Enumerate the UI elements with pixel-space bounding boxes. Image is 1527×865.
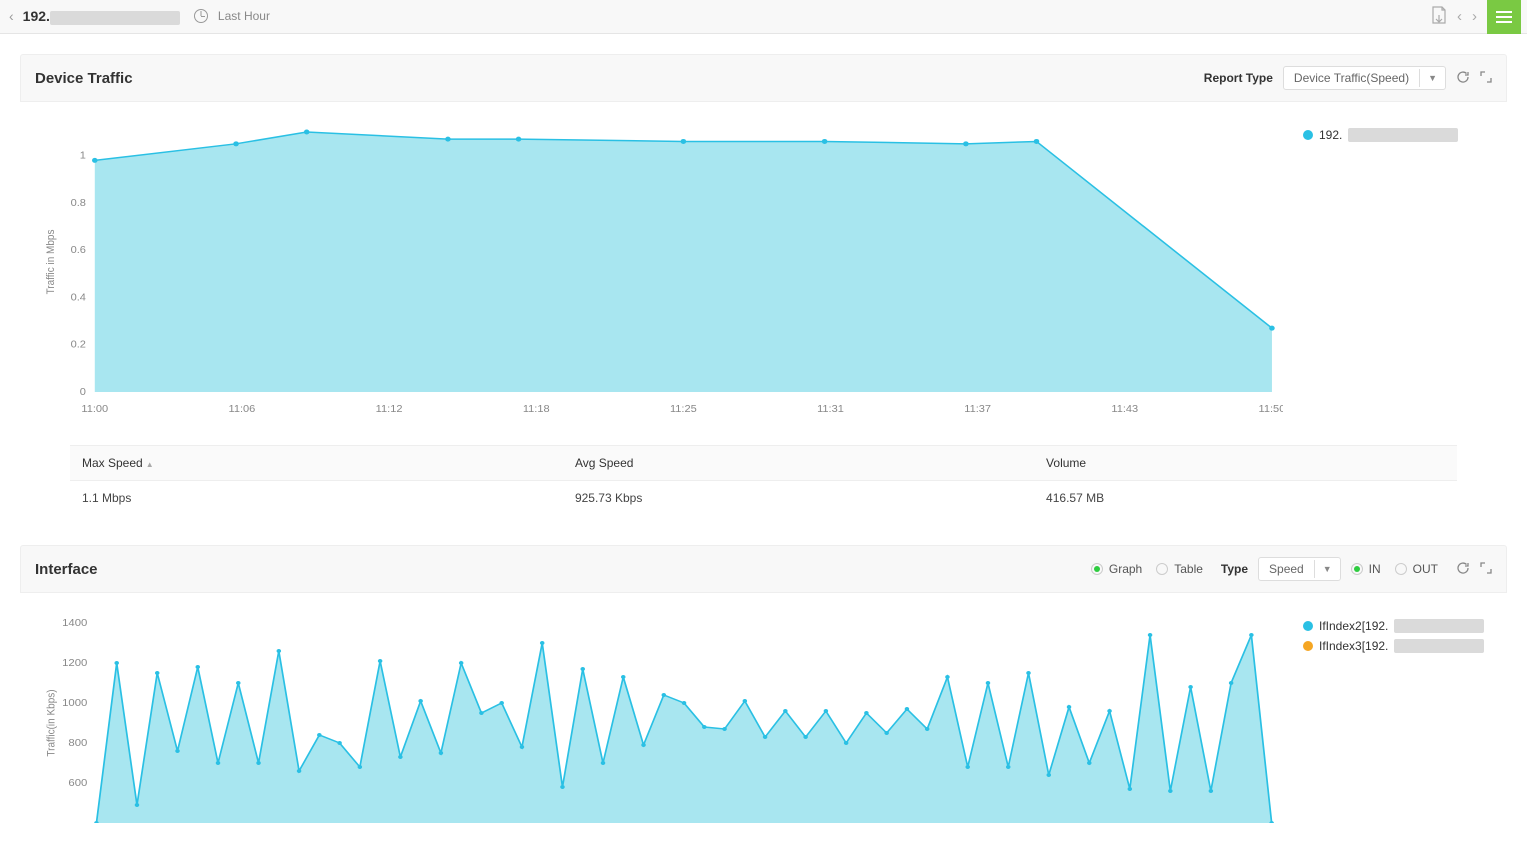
- interface-chart[interactable]: 600 800 1000 1200 1400 Traffic(in Kbps): [34, 613, 1283, 826]
- legend-dot-icon: [1303, 621, 1313, 631]
- col-max-speed[interactable]: Max Speed▲: [70, 446, 563, 481]
- svg-text:0.4: 0.4: [71, 292, 86, 303]
- table-header-row: Max Speed▲ Avg Speed Volume: [70, 446, 1457, 481]
- chevron-down-icon: ▼: [1314, 560, 1340, 578]
- legend-item[interactable]: 192.: [1303, 128, 1493, 142]
- time-range-label[interactable]: Last Hour: [218, 9, 270, 23]
- panel-title: Device Traffic: [35, 70, 133, 87]
- svg-text:1200: 1200: [62, 658, 87, 669]
- svg-text:11:50: 11:50: [1259, 403, 1283, 414]
- redacted-legend: [1394, 639, 1484, 653]
- svg-text:0.8: 0.8: [71, 197, 86, 208]
- refresh-icon[interactable]: [1456, 561, 1470, 578]
- top-bar: ‹ 192. Last Hour ‹ ›: [0, 0, 1527, 34]
- radio-in[interactable]: [1351, 563, 1363, 575]
- legend-dot-icon: [1303, 130, 1313, 140]
- svg-text:600: 600: [68, 778, 87, 789]
- report-type-dropdown[interactable]: Device Traffic(Speed) ▼: [1283, 66, 1446, 90]
- svg-text:0.6: 0.6: [71, 245, 86, 256]
- device-traffic-panel: Device Traffic Report Type Device Traffi…: [20, 54, 1507, 515]
- refresh-icon[interactable]: [1456, 70, 1470, 87]
- legend-item[interactable]: IfIndex3[192.: [1303, 639, 1493, 653]
- menu-button[interactable]: [1487, 0, 1521, 34]
- svg-text:11:12: 11:12: [376, 403, 403, 414]
- type-label: Type: [1221, 562, 1248, 576]
- device-ip: 192.: [23, 8, 180, 24]
- sort-asc-icon: ▲: [146, 460, 154, 469]
- legend-dot-icon: [1303, 641, 1313, 651]
- table-row: 1.1 Mbps 925.73 Kbps 416.57 MB: [70, 481, 1457, 516]
- legend-item[interactable]: IfIndex2[192.: [1303, 619, 1493, 633]
- type-dropdown[interactable]: Speed ▼: [1258, 557, 1341, 581]
- svg-text:Traffic in Mbps: Traffic in Mbps: [44, 230, 57, 295]
- svg-text:1: 1: [80, 150, 86, 161]
- radio-graph[interactable]: [1091, 563, 1103, 575]
- col-volume[interactable]: Volume: [1034, 446, 1457, 481]
- svg-text:11:06: 11:06: [229, 403, 256, 414]
- chart-legend: IfIndex2[192. IfIndex3[192.: [1283, 613, 1493, 826]
- device-traffic-chart[interactable]: 0 0.2 0.4 0.6 0.8 1 11:00 11:06 11:12 11:18 11:25 1…: [34, 122, 1283, 425]
- expand-icon[interactable]: [1480, 562, 1492, 577]
- chevron-down-icon: ▼: [1419, 69, 1445, 87]
- next-icon[interactable]: ›: [1472, 8, 1477, 25]
- val-avg-speed: 925.73 Kbps: [563, 481, 1034, 516]
- svg-text:1400: 1400: [62, 618, 87, 629]
- clock-icon[interactable]: [194, 9, 208, 23]
- summary-table: Max Speed▲ Avg Speed Volume 1.1 Mbps 925…: [70, 445, 1457, 515]
- svg-text:11:18: 11:18: [523, 403, 550, 414]
- svg-text:11:43: 11:43: [1111, 403, 1138, 414]
- redacted-legend: [1394, 619, 1484, 633]
- svg-text:11:00: 11:00: [81, 403, 108, 414]
- svg-text:11:31: 11:31: [817, 403, 844, 414]
- panel-header: Interface Graph Table Type Speed ▼ IN OU…: [20, 545, 1507, 593]
- val-volume: 416.57 MB: [1034, 481, 1457, 516]
- chart-legend: 192.: [1283, 122, 1493, 425]
- svg-text:1000: 1000: [62, 698, 87, 709]
- panel-title: Interface: [35, 561, 98, 578]
- svg-text:11:25: 11:25: [670, 403, 697, 414]
- redacted-ip: [50, 11, 180, 25]
- redacted-legend: [1348, 128, 1458, 142]
- svg-text:0.2: 0.2: [71, 339, 86, 350]
- radio-table[interactable]: [1156, 563, 1168, 575]
- svg-text:0: 0: [80, 386, 86, 397]
- view-mode-toggle: Graph Table: [1091, 562, 1211, 576]
- direction-toggle: IN OUT: [1351, 562, 1446, 576]
- svg-text:800: 800: [68, 738, 87, 749]
- prev-icon[interactable]: ‹: [1457, 8, 1462, 25]
- export-pdf-icon[interactable]: [1431, 6, 1447, 28]
- interface-panel: Interface Graph Table Type Speed ▼ IN OU…: [20, 545, 1507, 836]
- panel-header: Device Traffic Report Type Device Traffi…: [20, 54, 1507, 102]
- col-avg-speed[interactable]: Avg Speed: [563, 446, 1034, 481]
- back-icon[interactable]: ‹: [6, 8, 17, 24]
- expand-icon[interactable]: [1480, 71, 1492, 86]
- val-max-speed: 1.1 Mbps: [70, 481, 563, 516]
- report-type-label: Report Type: [1204, 71, 1273, 85]
- radio-out[interactable]: [1395, 563, 1407, 575]
- svg-text:11:37: 11:37: [964, 403, 991, 414]
- svg-text:Traffic(in Kbps): Traffic(in Kbps): [45, 689, 58, 756]
